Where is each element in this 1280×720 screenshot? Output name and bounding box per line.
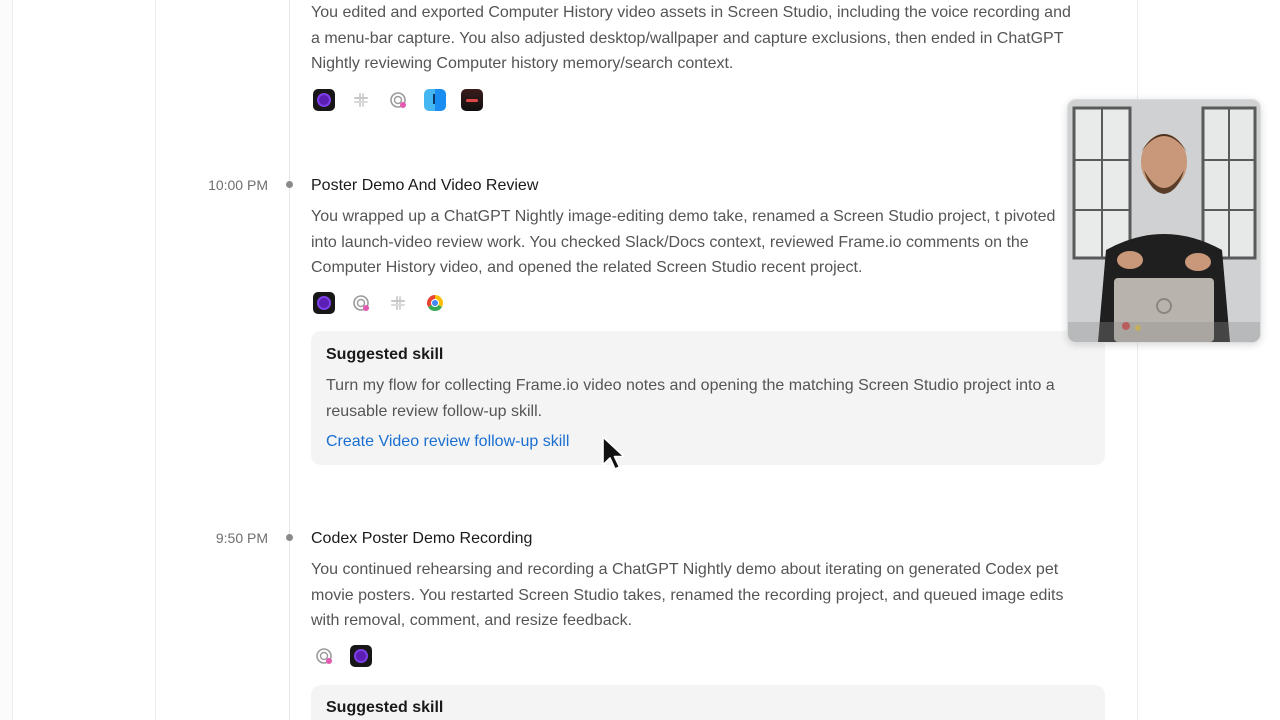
slack-icon[interactable] — [350, 89, 372, 111]
entry-title: Poster Demo And Video Review — [311, 177, 539, 194]
suggested-skill-card: Suggested skill — [311, 685, 1105, 720]
create-skill-link[interactable]: Create Video review follow-up skill — [326, 433, 569, 451]
timeline-dot — [286, 534, 293, 541]
finder-icon[interactable] — [424, 89, 446, 111]
screen-studio-icon[interactable] — [313, 292, 335, 314]
chatgpt-nightly-icon[interactable] — [350, 292, 372, 314]
chatgpt-nightly-icon[interactable] — [387, 89, 409, 111]
app-icon-row — [313, 89, 483, 111]
presenter-video-overlay[interactable] — [1067, 99, 1261, 343]
dark-app-icon[interactable] — [461, 89, 483, 111]
suggested-skill-heading: Suggested skill — [326, 699, 444, 716]
slack-icon[interactable] — [387, 292, 409, 314]
suggested-skill-heading: Suggested skill — [326, 346, 444, 363]
mouse-cursor-icon — [601, 436, 625, 477]
entry-description: You edited and exported Computer History… — [311, 4, 1071, 73]
timeline-line — [289, 0, 290, 720]
app-icon-row — [313, 292, 446, 314]
left-sidebar — [0, 0, 13, 720]
app-icon-row — [313, 645, 372, 667]
timeline-dot — [286, 181, 293, 188]
chrome-icon[interactable] — [424, 292, 446, 314]
entry-description: You continued rehearsing and recording a… — [311, 561, 1064, 630]
entry-title: Codex Poster Demo Recording — [311, 530, 533, 547]
entry-description: You wrapped up a ChatGPT Nightly image-e… — [311, 208, 1056, 277]
entry-time: 9:50 PM — [215, 530, 268, 546]
suggested-skill-card: Suggested skill Turn my flow for collect… — [311, 331, 1105, 465]
entry-time: 10:00 PM — [208, 177, 268, 193]
suggested-skill-description: Turn my flow for collecting Frame.io vid… — [326, 377, 1055, 420]
screen-studio-icon[interactable] — [313, 89, 335, 111]
screen-studio-icon[interactable] — [350, 645, 372, 667]
chatgpt-nightly-icon[interactable] — [313, 645, 335, 667]
